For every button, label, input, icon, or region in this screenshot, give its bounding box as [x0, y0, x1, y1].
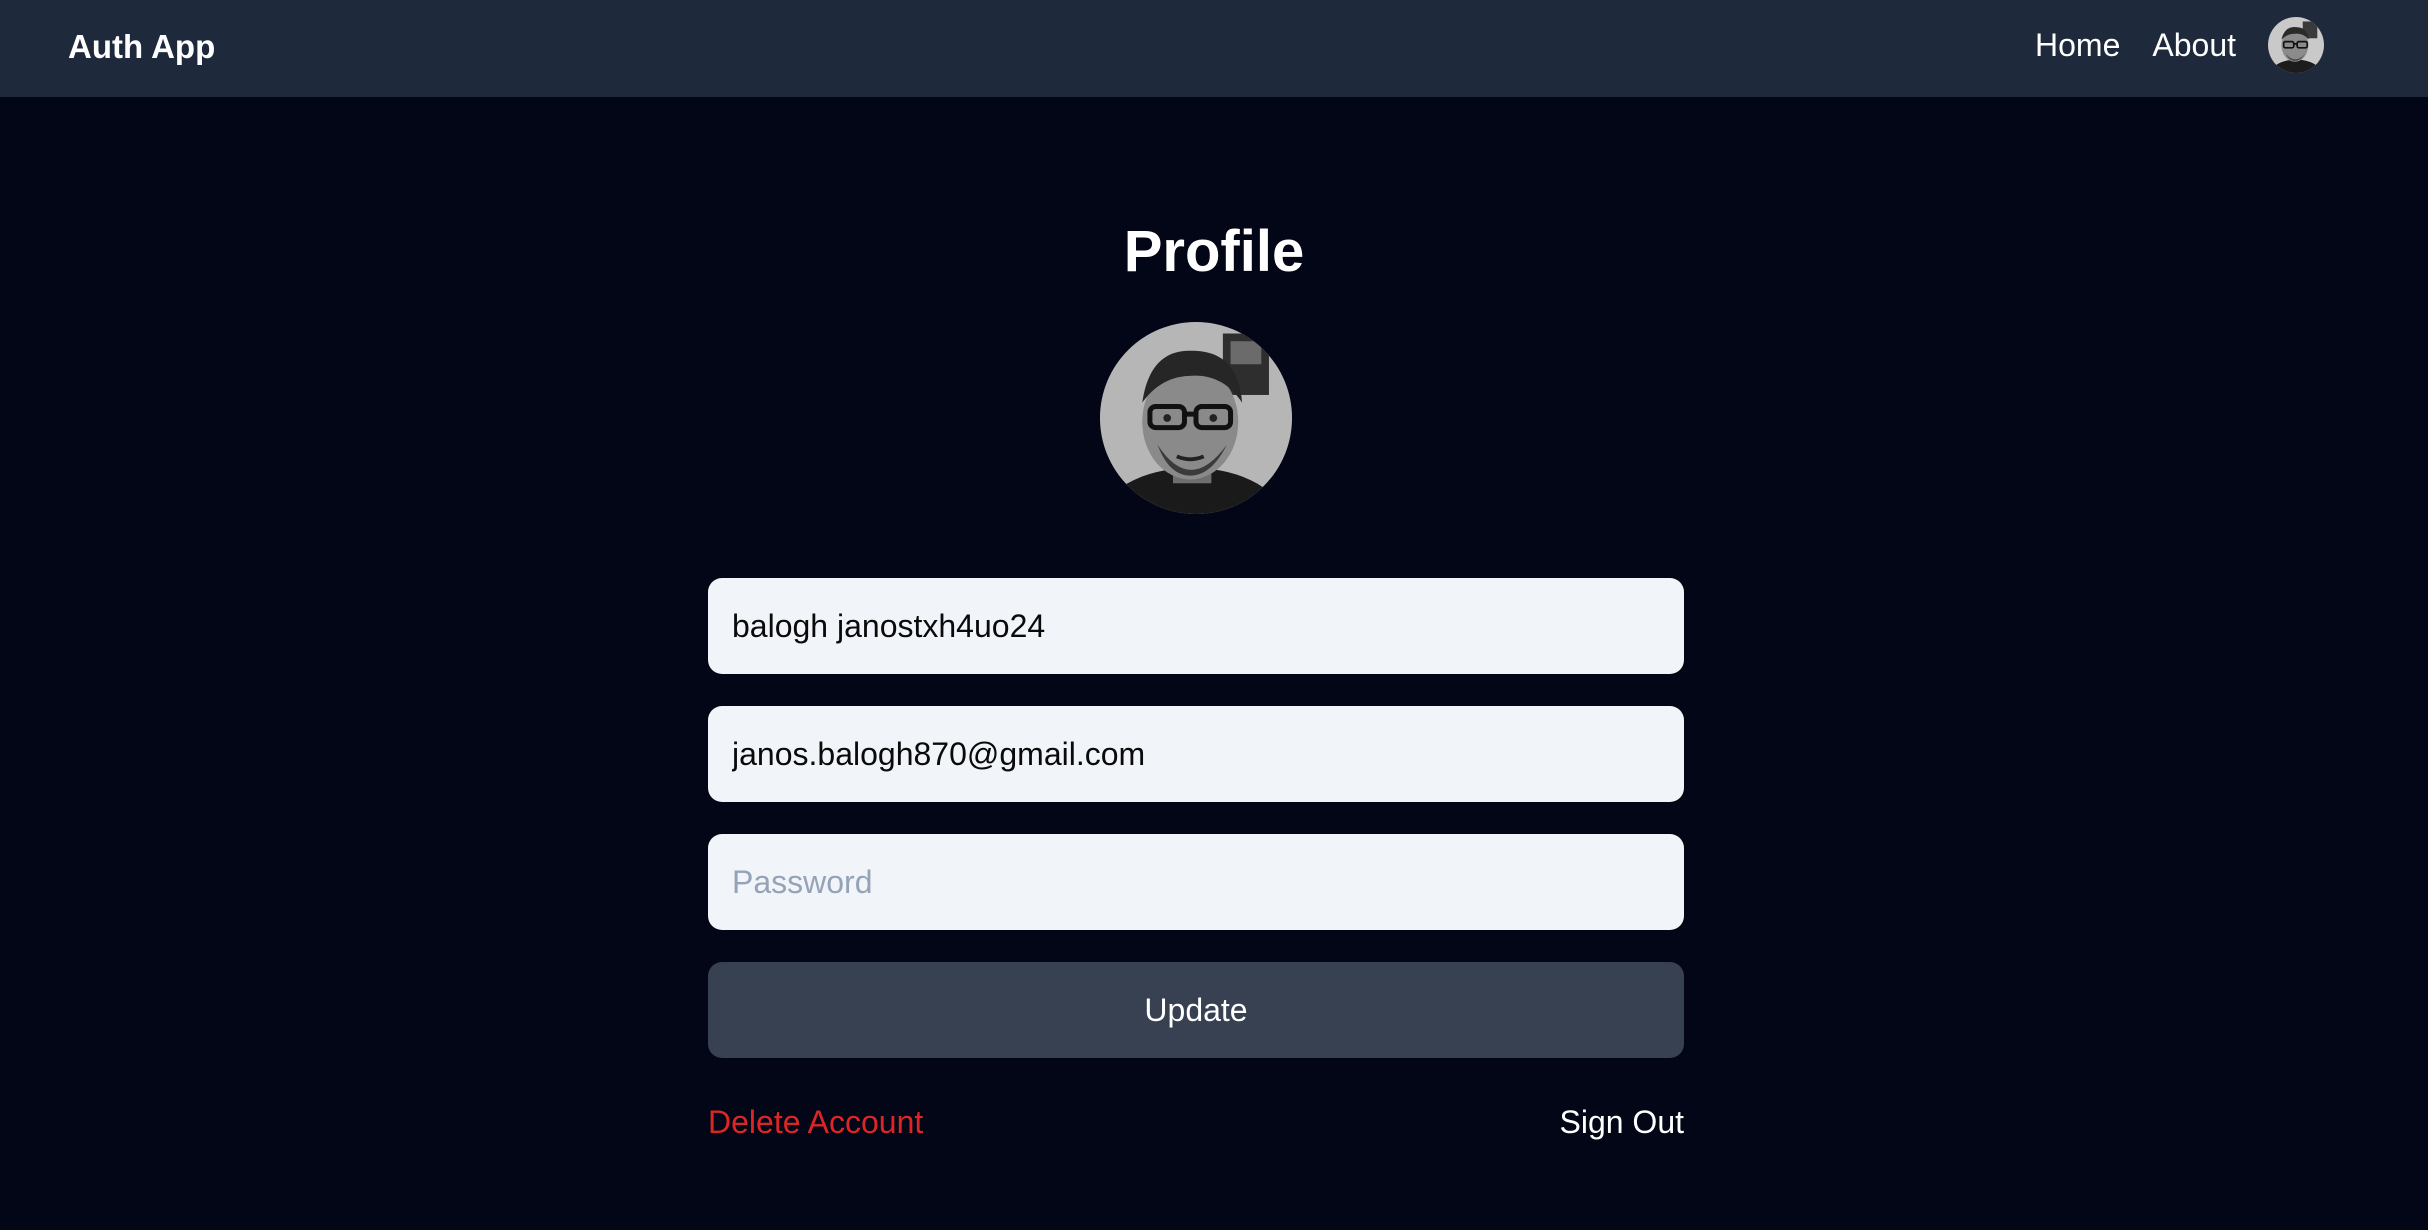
brand-logo-text[interactable]: Auth App: [68, 0, 215, 93]
nav-avatar-icon[interactable]: [2268, 17, 2324, 73]
nav-link-home[interactable]: Home: [2035, 27, 2120, 64]
delete-account-link[interactable]: Delete Account: [708, 1104, 923, 1141]
nav-link-about[interactable]: About: [2152, 27, 2236, 64]
email-input[interactable]: [708, 706, 1684, 802]
password-input[interactable]: [708, 834, 1684, 930]
top-navbar: Auth App Home About: [0, 0, 2428, 97]
username-input[interactable]: [708, 578, 1684, 674]
page-title: Profile: [1123, 218, 1305, 284]
nav-links: Home About: [2035, 16, 2324, 74]
update-button[interactable]: Update: [708, 962, 1684, 1058]
profile-avatar-icon[interactable]: [1100, 322, 1292, 514]
account-actions: Delete Account Sign Out: [708, 1102, 1684, 1142]
sign-out-link[interactable]: Sign Out: [1559, 1104, 1684, 1141]
